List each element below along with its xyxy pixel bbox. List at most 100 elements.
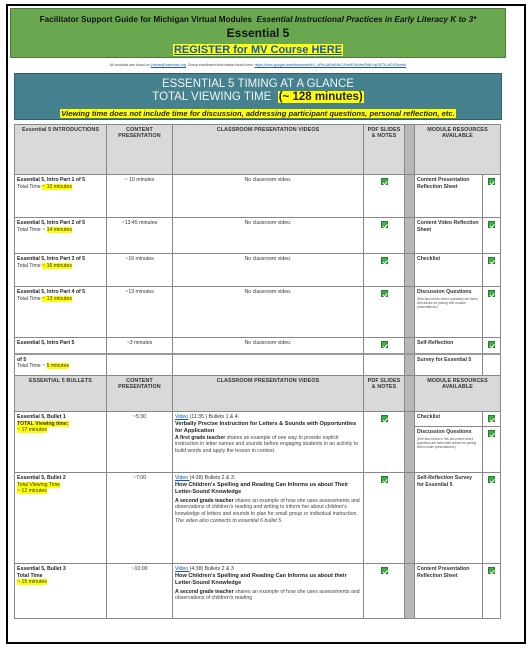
pdf-cell: [363, 286, 405, 338]
enrollment-doc-link[interactable]: https://docs.google.com/document/d/1_zPh…: [255, 63, 407, 67]
total-value: ~ 13 minutes: [42, 295, 72, 302]
resource-check-cell: [481, 411, 502, 427]
notice-text-2: . Group enrollment information found her…: [185, 63, 255, 67]
bullet-title: Essential 5, Bullet 3: [17, 566, 66, 572]
video-meta: (4:38) Bullets 2 & 3:: [189, 475, 236, 481]
video-link[interactable]: Video: [175, 414, 188, 420]
video-link[interactable]: Video: [175, 475, 190, 481]
content-time: ~13 minutes: [106, 286, 173, 338]
total-label: Total Time: [17, 295, 43, 302]
content-time: [106, 352, 173, 376]
resource-label: Self-Reflection Survey for Essential 5: [417, 475, 473, 488]
table-row: Essential 5, Intro Part 1 of 5 Total Time…: [14, 174, 502, 218]
total-value: ~ 16 minutes: [42, 262, 72, 269]
teacher-label: A second grade teacher: [175, 588, 234, 595]
checkbox-checked-icon[interactable]: [380, 567, 388, 574]
checkbox-checked-icon[interactable]: [488, 415, 495, 422]
enrollment-notice: All modules are found on LiteracyEssenti…: [10, 63, 506, 67]
checkbox-checked-icon[interactable]: [488, 178, 495, 185]
video-link[interactable]: Video: [175, 566, 190, 572]
resource-note: (See also below where questions are list…: [417, 296, 478, 309]
checkbox-checked-icon[interactable]: [488, 430, 495, 437]
literacy-essentials-link[interactable]: LiteracyEssentials.org: [151, 63, 186, 67]
pdf-cell: [363, 174, 405, 218]
checkbox-checked-icon[interactable]: [380, 290, 388, 297]
video-cell: Video (11:35 ) Bullets 1 & 4: Verbally P…: [172, 411, 364, 473]
content-time: ~5:30: [106, 411, 173, 473]
column-divider: [404, 174, 415, 218]
timing-table: Essential 5 INTRODUCTIONS CONTENT PRESEN…: [14, 124, 502, 619]
resource-check-cell: [481, 352, 502, 376]
resource-cell: Self-Reflection: [414, 337, 483, 354]
content-time: ~ 10 minutes: [106, 174, 173, 218]
checkbox-checked-icon[interactable]: [380, 476, 388, 483]
video-meta: (11:35 ) Bullets 1 & 4:: [188, 414, 240, 420]
header-pdf-slides: PDF SLIDES & NOTES: [363, 124, 405, 175]
resource-check-cell: [481, 337, 502, 354]
notice-text: All modules are found on: [109, 63, 151, 67]
resource-label: Content Presentation Reflection Sheet: [417, 177, 470, 190]
content-time: ~3 minutes: [106, 337, 173, 354]
total-value: 14 minutes: [46, 226, 72, 233]
register-link[interactable]: REGISTER for MV Course HERE: [172, 44, 344, 56]
total-viewing-label: TOTAL VIEWING TIME: [152, 91, 272, 103]
checkbox-checked-icon[interactable]: [380, 221, 388, 228]
glance-title: ESSENTIAL 5 TIMING AT A GLANCE: [162, 78, 354, 90]
intro-title-cell: Essential 5, Intro Part 3 of 5 Total Time…: [14, 253, 107, 287]
guide-title: Facilitator Support Guide for Michigan V…: [11, 15, 505, 24]
checkbox-checked-icon[interactable]: [380, 257, 388, 264]
total-label: TOTAL Viewing time:: [17, 420, 69, 427]
resource-label: Content Video Reflection Sheet: [417, 220, 479, 233]
checkbox-checked-icon[interactable]: [380, 341, 388, 348]
pdf-cell: [363, 253, 405, 287]
header-classroom-videos: CLASSROOM PRESENTATION VIDEOS: [172, 375, 364, 412]
intro-title-cell: Essential 5, Intro Part 4 of 5 Total Time…: [14, 286, 107, 338]
guide-header: Facilitator Support Guide for Michigan V…: [10, 8, 506, 58]
pdf-cell: [363, 352, 405, 376]
column-divider: [404, 472, 415, 564]
intro-title: of 5: [17, 356, 27, 363]
checkbox-checked-icon[interactable]: [380, 415, 388, 422]
total-value: ~ 17 minutes: [17, 427, 47, 434]
content-time: ~16 minutes: [106, 253, 173, 287]
total-value: ~ 10 minutes: [42, 183, 72, 190]
checkbox-checked-icon[interactable]: [380, 178, 388, 185]
bullet-title: Essential 5, Bullet 1: [17, 414, 66, 420]
column-divider: [404, 253, 415, 287]
resource-check-cell: [481, 472, 502, 564]
resource-label: Self-Reflection: [417, 340, 454, 346]
checkbox-checked-icon[interactable]: [488, 221, 495, 228]
total-value: ~ 12 minutes: [17, 488, 47, 495]
total-label: Total Viewing Time: [17, 481, 61, 488]
video-note: The video also connects to essential 6 b…: [175, 517, 283, 524]
video-cell: No classroom video.: [172, 337, 364, 354]
checkbox-checked-icon[interactable]: [488, 290, 495, 297]
resource-cell: Self-Reflection Survey for Essential 5: [414, 472, 483, 564]
resource-check-cell: [481, 217, 502, 254]
table-row: Essential 5, Intro Part 2 of 5 Total Time…: [14, 217, 502, 254]
pdf-cell: [363, 411, 405, 473]
video-cell: No classroom video.: [172, 174, 364, 218]
checkbox-checked-icon[interactable]: [488, 257, 495, 264]
table-row-continuation: of 5 Total Time ~ 5 minutes Survey for Es…: [14, 352, 502, 376]
column-divider: [404, 411, 415, 473]
total-value: 5 minutes: [46, 363, 70, 370]
intro-title: Essential 5, Intro Part 3 of 5: [17, 256, 86, 262]
pdf-cell: [363, 472, 405, 564]
resource-cell: Discussion Questions (See also below in t…: [414, 426, 483, 473]
total-label: Total Time: [17, 572, 43, 579]
resource-cell: Content Presentation Reflection Sheet: [414, 563, 483, 619]
video-meta: (4:38) Bullets 2 & 3: [189, 566, 234, 572]
checkbox-checked-icon[interactable]: [488, 341, 495, 348]
checkbox-checked-icon[interactable]: [488, 567, 495, 574]
column-divider: [404, 124, 415, 175]
resource-check-cell: [481, 426, 502, 473]
table-row: Essential 5, Bullet 2 Total Viewing Time ~…: [14, 472, 502, 564]
viewing-time-note: Viewing time does not include time for d…: [60, 109, 456, 118]
checkbox-checked-icon[interactable]: [488, 476, 495, 483]
column-divider: [404, 563, 415, 619]
content-time: ~7:00: [106, 472, 173, 564]
table-row: Essential 5, Intro Part 4 of 5 Total Time…: [14, 286, 502, 338]
resource-check-cell: [481, 563, 502, 619]
course-title: Essential Instructional Practices in Ear…: [256, 15, 477, 24]
